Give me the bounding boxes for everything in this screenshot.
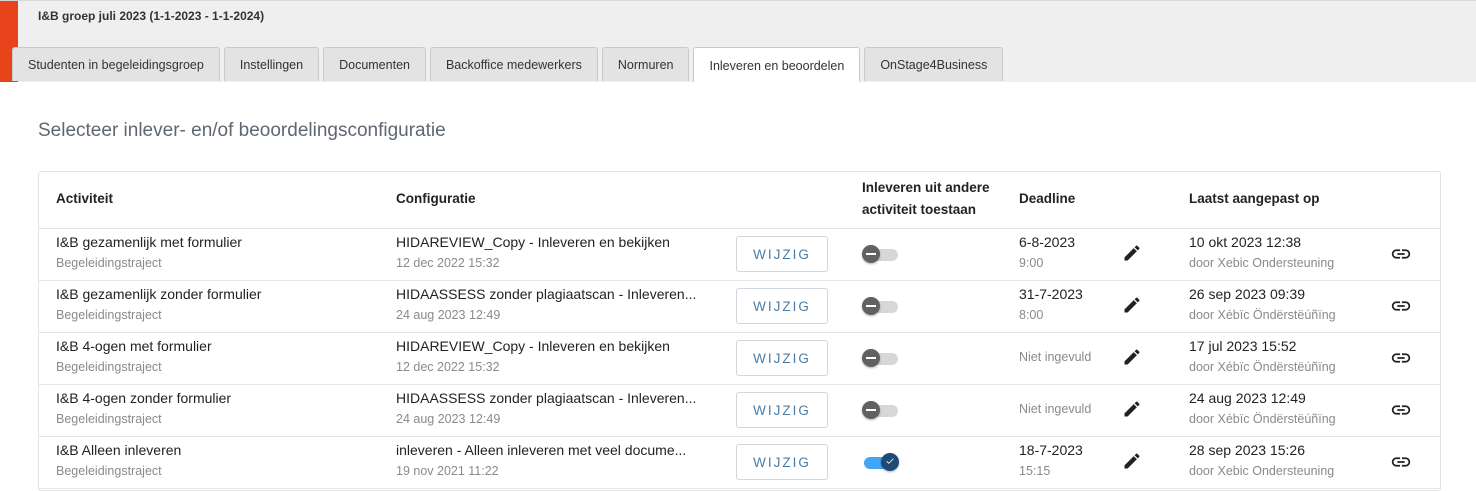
- wijzig-button[interactable]: WIJZIG: [736, 340, 828, 376]
- modified-date: 26 sep 2023 09:39: [1189, 286, 1305, 302]
- activity-type: Begeleidingstraject: [56, 308, 162, 322]
- wijzig-button[interactable]: WIJZIG: [736, 444, 828, 480]
- deadline-date: 31-7-2023: [1019, 286, 1083, 302]
- table-row: I&B 4-ogen met formulier Begeleidingstra…: [39, 332, 1440, 385]
- deadline-empty: Niet ingevuld: [1019, 350, 1092, 364]
- deadline-date: 18-7-2023: [1019, 442, 1083, 458]
- tab-studenten[interactable]: Studenten in begeleidingsgroep: [12, 47, 220, 81]
- activity-type: Begeleidingstraject: [56, 412, 162, 426]
- header-activiteit: Activiteit: [56, 191, 114, 206]
- configuration-name: HIDAREVIEW_Copy - Inleveren en bekijken: [396, 338, 670, 354]
- wijzig-button[interactable]: WIJZIG: [736, 288, 828, 324]
- configuration-name: HIDAREVIEW_Copy - Inleveren en bekijken: [396, 234, 670, 250]
- wijzig-button[interactable]: WIJZIG: [736, 236, 828, 272]
- modified-by: door Xebic Ondersteuning: [1189, 464, 1335, 478]
- tab-documenten[interactable]: Documenten: [323, 47, 426, 81]
- pencil-icon[interactable]: [1122, 347, 1142, 367]
- table-header: Activiteit Configuratie Inleveren uit an…: [39, 172, 1440, 229]
- header-laatst-aangepast: Laatst aangepast op: [1189, 191, 1320, 206]
- configuration-date: 24 aug 2023 12:49: [396, 308, 501, 322]
- modified-date: 10 okt 2023 12:38: [1189, 234, 1302, 250]
- tab-instellingen[interactable]: Instellingen: [223, 47, 320, 81]
- table-row: I&B gezamenlijk zonder formulier Begelei…: [39, 280, 1440, 333]
- activity-type: Begeleidingstraject: [56, 256, 162, 270]
- pencil-icon[interactable]: [1122, 399, 1142, 419]
- activity-name: I&B gezamenlijk zonder formulier: [56, 286, 262, 302]
- allow-other-toggle[interactable]: [862, 401, 900, 419]
- configuration-name: HIDAASSESS zonder plagiaatscan - Inlever…: [396, 286, 697, 302]
- group-title: I&B groep juli 2023 (1-1-2023 - 1-1-2024…: [38, 9, 265, 23]
- configuration-name: HIDAASSESS zonder plagiaatscan - Inlever…: [396, 390, 697, 406]
- activity-name: I&B Alleen inleveren: [56, 442, 182, 458]
- tab-onstage[interactable]: OnStage4Business: [864, 47, 1004, 81]
- allow-other-toggle[interactable]: [862, 453, 900, 471]
- top-bar: I&B groep juli 2023 (1-1-2023 - 1-1-2024…: [0, 0, 1476, 84]
- header-inleveren-line2: activiteit toestaan: [862, 202, 977, 217]
- deadline-time: 15:15: [1019, 464, 1051, 478]
- deadline-time: 9:00: [1019, 256, 1044, 270]
- modified-date: 17 jul 2023 15:52: [1189, 338, 1297, 354]
- modified-by: door Xébïc Öndërstëúñïng: [1189, 308, 1336, 322]
- tab-normuren[interactable]: Normuren: [601, 47, 690, 81]
- tab-bar: Studenten in begeleidingsgroep Instellin…: [12, 47, 1007, 84]
- configuration-date: 19 nov 2021 11:22: [396, 464, 499, 478]
- header-deadline: Deadline: [1019, 191, 1076, 206]
- activity-name: I&B 4-ogen zonder formulier: [56, 390, 232, 406]
- section-title: Selecteer inlever- en/of beoordelingscon…: [38, 120, 446, 141]
- modified-date: 28 sep 2023 15:26: [1189, 442, 1305, 458]
- main-content: Selecteer inlever- en/of beoordelingscon…: [0, 82, 1476, 491]
- modified-by: door Xébïc Öndërstëúñïng: [1189, 412, 1336, 426]
- pencil-icon[interactable]: [1122, 451, 1142, 471]
- table-row: I&B gezamenlijk met formulier Begeleidin…: [39, 228, 1440, 281]
- pencil-icon[interactable]: [1122, 295, 1142, 315]
- pencil-icon[interactable]: [1122, 243, 1142, 263]
- allow-other-toggle[interactable]: [862, 297, 900, 315]
- allow-other-toggle[interactable]: [862, 245, 900, 263]
- deadline-date: 6-8-2023: [1019, 234, 1076, 250]
- table-row: I&B Alleen inleveren Begeleidingstraject…: [39, 436, 1440, 489]
- modified-by: door Xébïc Öndërstëúñïng: [1189, 360, 1336, 374]
- tab-backoffice[interactable]: Backoffice medewerkers: [429, 47, 598, 81]
- configuration-date: 24 aug 2023 12:49: [396, 412, 501, 426]
- check-icon: [886, 458, 894, 464]
- link-icon[interactable]: [1389, 399, 1413, 421]
- wijzig-button[interactable]: WIJZIG: [736, 392, 828, 428]
- header-inleveren-line1: Inleveren uit andere: [862, 180, 990, 195]
- link-icon[interactable]: [1389, 347, 1413, 369]
- activity-type: Begeleidingstraject: [56, 360, 162, 374]
- tab-inleveren[interactable]: Inleveren en beoordelen: [693, 47, 861, 84]
- deadline-time: 8:00: [1019, 308, 1044, 322]
- link-icon[interactable]: [1389, 295, 1413, 317]
- modified-by: door Xebic Ondersteuning: [1189, 256, 1335, 270]
- activity-name: I&B gezamenlijk met formulier: [56, 234, 242, 250]
- table-row: I&B 4-ogen zonder formulier Begeleidings…: [39, 384, 1440, 437]
- deadline-empty: Niet ingevuld: [1019, 402, 1092, 416]
- configuration-name: inleveren - Alleen inleveren met veel do…: [396, 442, 687, 458]
- configuration-table: Activiteit Configuratie Inleveren uit an…: [38, 171, 1441, 491]
- configuration-date: 12 dec 2022 15:32: [396, 360, 500, 374]
- header-configuratie: Configuratie: [396, 191, 476, 206]
- activity-type: Begeleidingstraject: [56, 464, 162, 478]
- configuration-date: 12 dec 2022 15:32: [396, 256, 500, 270]
- activity-name: I&B 4-ogen met formulier: [56, 338, 212, 354]
- link-icon[interactable]: [1389, 451, 1413, 473]
- modified-date: 24 aug 2023 12:49: [1189, 390, 1306, 406]
- allow-other-toggle[interactable]: [862, 349, 900, 367]
- link-icon[interactable]: [1389, 243, 1413, 265]
